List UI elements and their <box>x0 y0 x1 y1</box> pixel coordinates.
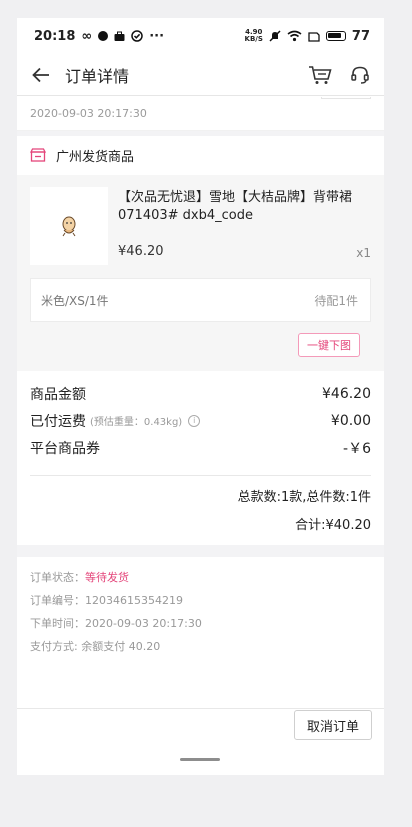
summary-value: ¥0.00 <box>330 412 371 429</box>
summary-value: ¥46.20 <box>322 385 371 402</box>
summary-row: 平台商品券 -￥6 <box>30 434 371 461</box>
headset-icon[interactable] <box>350 65 370 85</box>
order-totals: 总款数:1款,总件数:1件 合计:¥40.20 <box>238 484 371 540</box>
summary-row: 已付运费 (预估重量：0.43kg) i ¥0.00 <box>30 407 371 434</box>
notification-dot-icon <box>98 31 109 41</box>
one-click-download-button[interactable]: 一键下图 <box>298 333 360 357</box>
infinity-icon: ∞ <box>81 28 93 44</box>
sim-card-icon <box>308 31 320 42</box>
summary-label: 平台商品券 <box>30 440 100 457</box>
cancel-order-button[interactable]: 取消订单 <box>294 710 372 740</box>
summary-divider <box>30 475 371 476</box>
summary-row: 商品金额 ¥46.20 <box>30 380 371 407</box>
battery-icon <box>325 31 346 41</box>
app-screen: 20:18 ∞ ··· 4.90 KB/S 77 订单详情 2020-09-03… <box>17 18 384 775</box>
product-quantity: x1 <box>356 246 371 260</box>
order-status-line: 订单状态：等待发货 <box>30 566 202 589</box>
network-speed: 4.90 KB/S <box>244 28 263 43</box>
payment-method-label: 支付方式: <box>30 640 82 653</box>
page-title: 订单详情 <box>65 66 130 86</box>
arrow-left-icon <box>32 67 49 82</box>
wifi-icon <box>287 30 302 42</box>
sku-status: 待配1件 <box>314 293 358 308</box>
shipping-weight-note: (预估重量：0.43kg) <box>90 417 183 428</box>
order-time-line: 下单时间：2020-09-03 20:17:30 <box>30 612 202 635</box>
mute-bell-icon <box>269 30 281 42</box>
section-divider <box>17 545 384 557</box>
grand-total: 合计:¥40.20 <box>295 518 371 533</box>
shop-name: 广州发货商品 <box>56 149 135 165</box>
battery-level: 77 <box>351 28 370 44</box>
order-status-value: 等待发货 <box>85 571 129 584</box>
order-number-label: 订单编号： <box>30 594 85 607</box>
summary-label: 商品金额 <box>30 386 86 403</box>
order-time-label: 下单时间： <box>30 617 85 630</box>
check-circle-icon <box>131 30 143 42</box>
shop-header: 广州发货商品 <box>17 136 384 174</box>
order-time-value: 2020-09-03 20:17:30 <box>85 617 202 630</box>
briefcase-icon <box>114 31 125 41</box>
payment-method-value: 余额支付 40.20 <box>81 640 161 653</box>
shop-icon <box>30 148 46 162</box>
order-info: 订单状态：等待发货 订单编号：12034615354219 下单时间：2020-… <box>30 566 202 658</box>
product-title[interactable]: 【次品无忧退】雪地【大桔品牌】背带裙 071403# dxb4_code <box>118 189 368 225</box>
more-notifications-icon: ··· <box>149 28 165 44</box>
order-number-value: 12034615354219 <box>85 594 183 607</box>
back-button[interactable] <box>17 54 65 96</box>
summary-label: 已付运费 <box>30 413 86 430</box>
product-card: 【次品无忧退】雪地【大桔品牌】背带裙 071403# dxb4_code ¥46… <box>17 175 384 371</box>
order-status-label: 订单状态： <box>30 571 85 584</box>
bottom-bar-divider <box>17 708 384 709</box>
price-summary: 商品金额 ¥46.20 已付运费 (预估重量：0.43kg) i ¥0.00 平… <box>17 380 384 461</box>
product-price: ¥46.20 <box>118 244 164 259</box>
payment-method-line: 支付方式: 余额支付 40.20 <box>30 635 202 658</box>
sku-row: 米色/XS/1件 待配1件 <box>30 278 371 322</box>
cart-icon[interactable] <box>308 65 332 85</box>
order-number-line: 订单编号：12034615354219 <box>30 589 202 612</box>
info-icon[interactable]: i <box>188 414 201 427</box>
home-indicator[interactable] <box>180 758 220 761</box>
product-image-icon <box>62 216 76 237</box>
order-timestamp: 2020-09-03 20:17:30 <box>17 97 384 131</box>
status-bar: 20:18 ∞ ··· 4.90 KB/S 77 <box>17 18 384 54</box>
summary-value: -￥6 <box>343 440 371 457</box>
product-thumbnail[interactable] <box>30 187 108 265</box>
status-time: 20:18 <box>34 28 76 44</box>
item-count: 总款数:1款,总件数:1件 <box>237 490 371 505</box>
app-bar: 订单详情 <box>17 54 384 96</box>
sku-spec: 米色/XS/1件 <box>41 293 109 308</box>
